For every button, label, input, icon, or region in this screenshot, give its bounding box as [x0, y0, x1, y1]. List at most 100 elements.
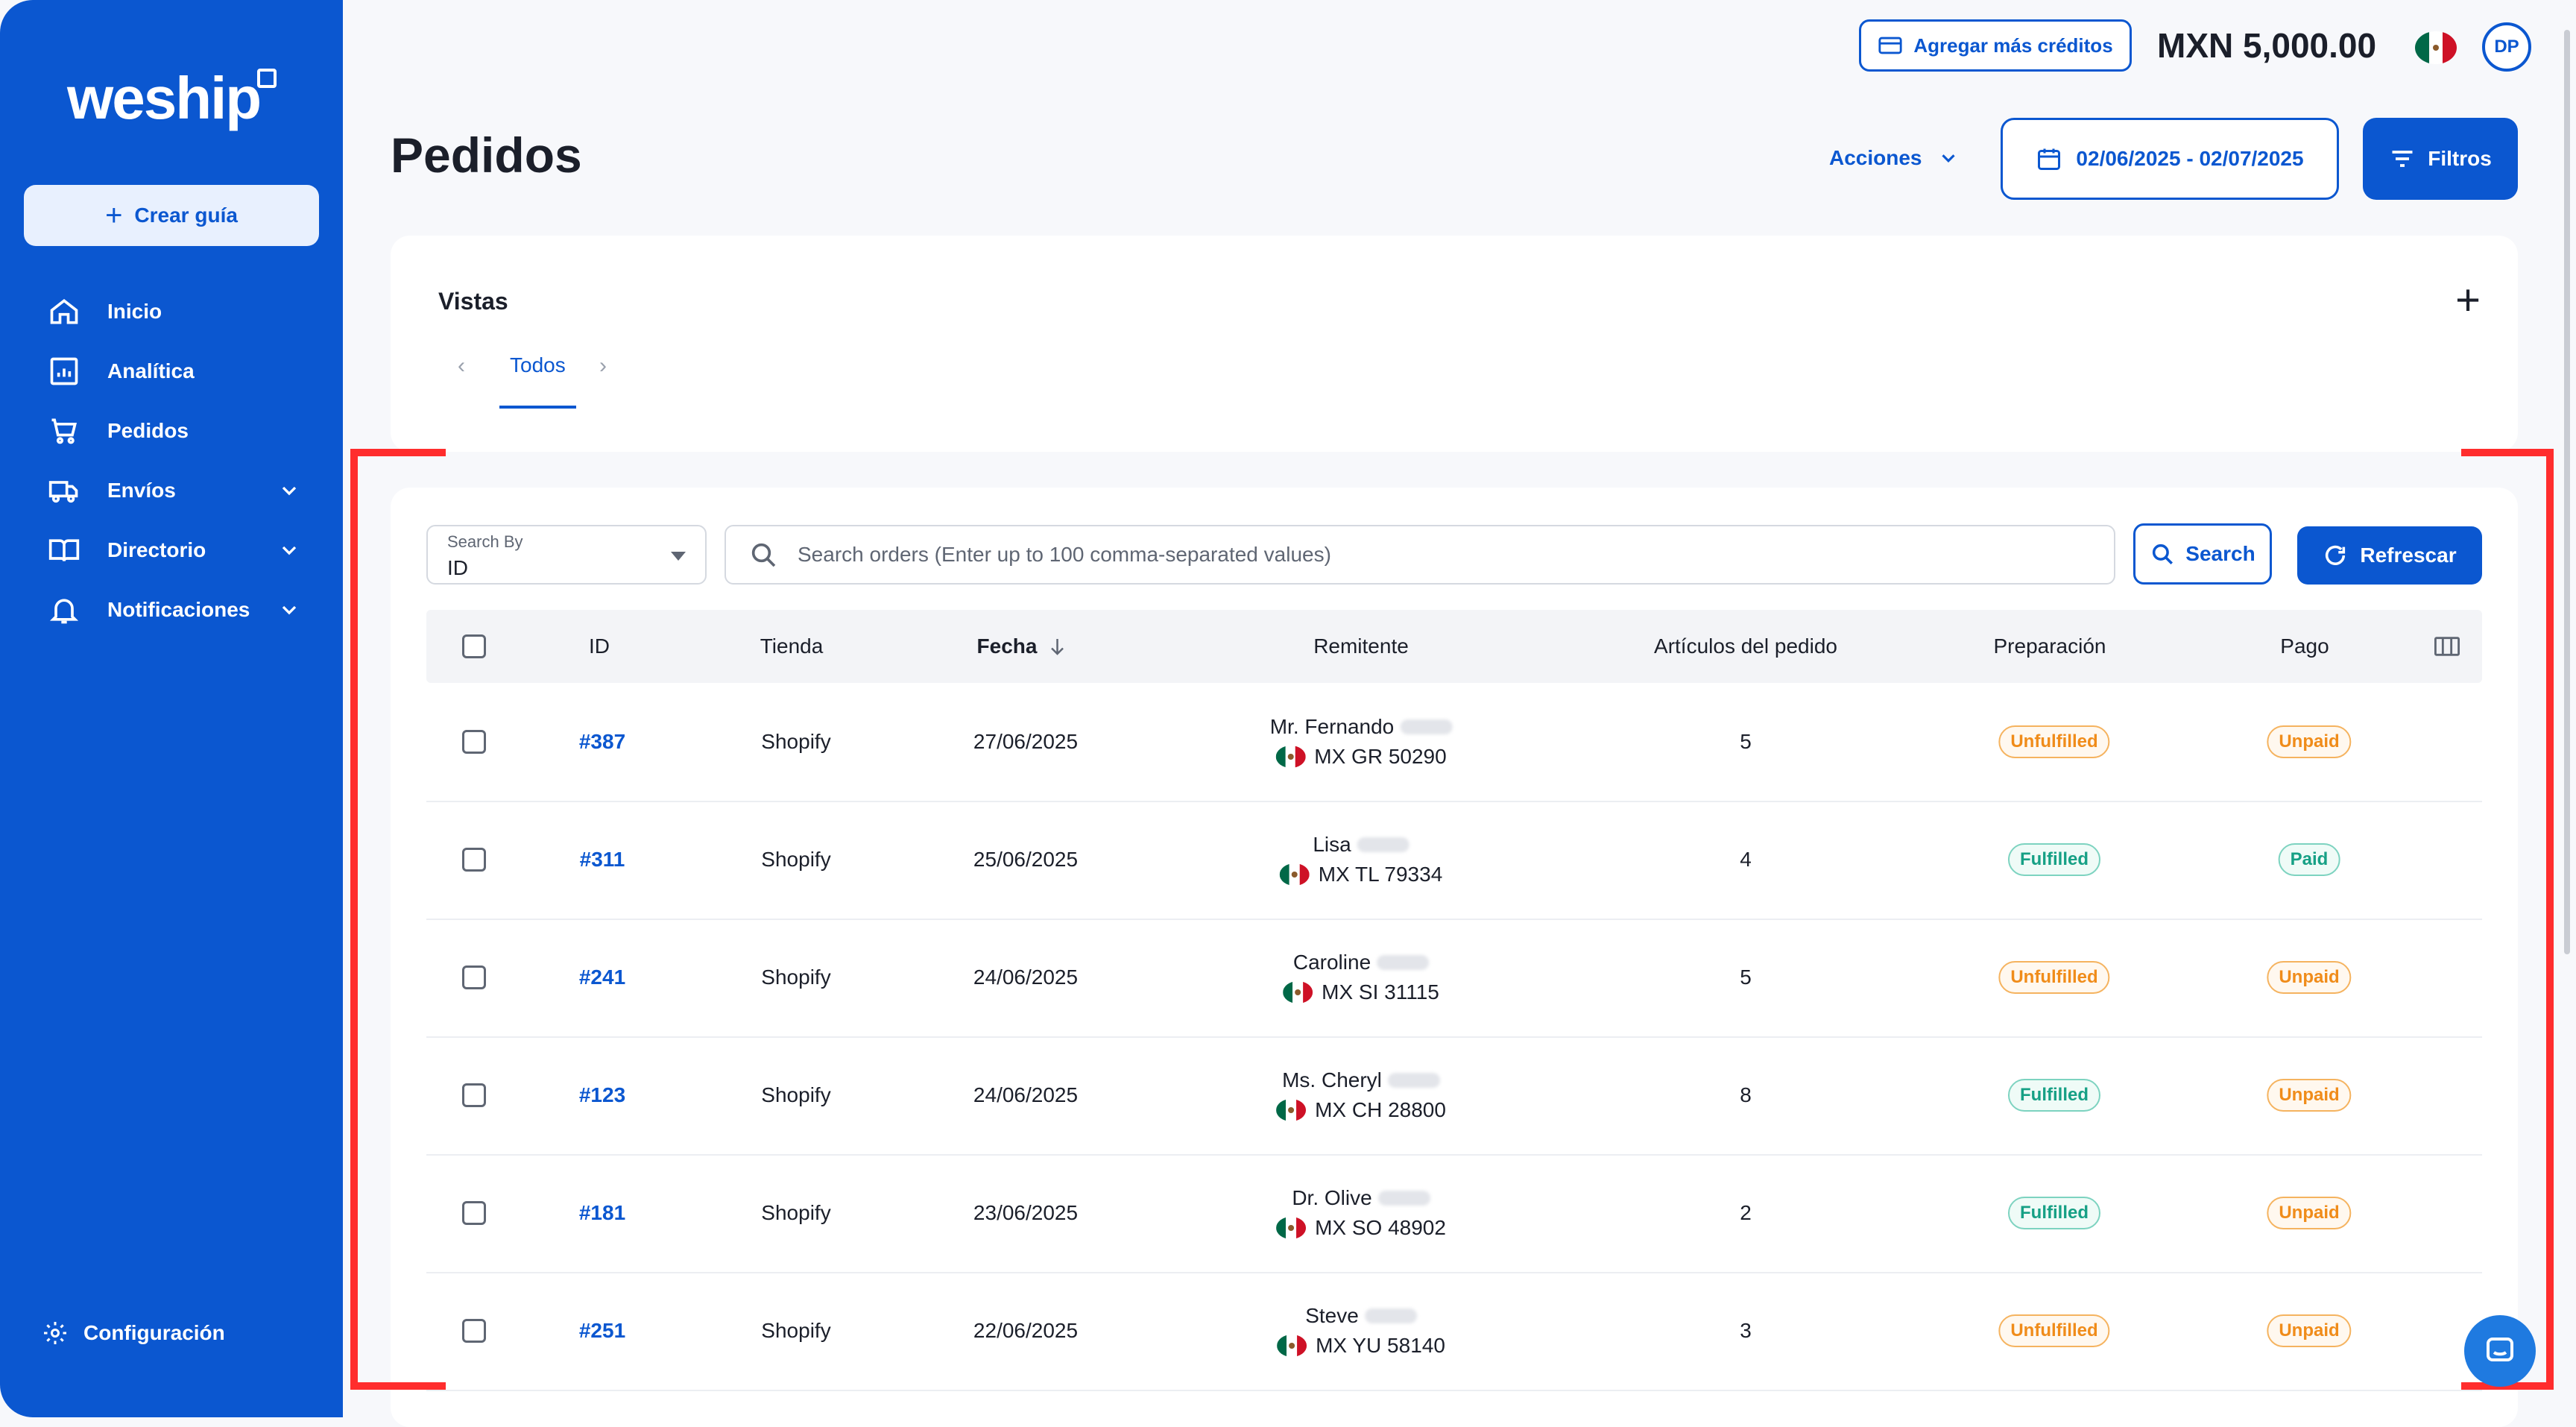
table-row[interactable]: #387 Shopify 27/06/2025 Mr. Fernando MX GR 5…	[426, 683, 2482, 802]
scrollbar[interactable]	[2564, 30, 2570, 954]
preparation-badge: Unfulfilled	[1998, 725, 2110, 759]
table-row[interactable]: #123 Shopify 24/06/2025 Ms. Cheryl MX CH 288…	[426, 1036, 2482, 1156]
mexico-flag-icon[interactable]	[2415, 31, 2457, 64]
payment-badge: Unpaid	[2267, 1078, 2352, 1112]
sidebar-item-notificaciones[interactable]: Notificaciones	[48, 588, 301, 632]
search-icon	[2153, 544, 2174, 565]
refresh-button-label: Refrescar	[2360, 544, 2457, 567]
avatar[interactable]: DP	[2482, 22, 2531, 72]
chevron-right-icon[interactable]: ›	[599, 353, 607, 379]
book-icon	[48, 539, 80, 562]
chevron-left-icon[interactable]: ‹	[458, 353, 465, 379]
add-view-icon[interactable]: +	[2455, 279, 2481, 322]
row-checkbox[interactable]	[462, 1319, 486, 1343]
store-cell: Shopify	[761, 730, 831, 753]
date-cell: 24/06/2025	[973, 965, 1079, 989]
row-checkbox[interactable]	[462, 730, 486, 754]
filters-button[interactable]: Filtros	[2363, 118, 2518, 200]
row-checkbox[interactable]	[462, 1083, 486, 1107]
date-cell: 22/06/2025	[973, 1319, 1079, 1342]
table-row[interactable]: #241 Shopify 24/06/2025 Caroline MX SI 31115…	[426, 919, 2482, 1038]
select-all-checkbox[interactable]	[462, 634, 486, 658]
mexico-flag-icon	[1275, 746, 1306, 768]
payment-badge: Paid	[2278, 842, 2340, 877]
search-by-label: Search By	[447, 532, 523, 551]
column-header-tienda[interactable]: Tienda	[760, 610, 824, 683]
page-title: Pedidos	[391, 127, 582, 183]
search-input[interactable]	[796, 542, 2066, 567]
table-row[interactable]: #181 Shopify 23/06/2025 Dr. Olive MX SO 4890…	[426, 1154, 2482, 1273]
sender-address: MX TL 79334	[1318, 863, 1443, 886]
mexico-flag-icon	[1277, 1335, 1307, 1357]
chat-button[interactable]	[2464, 1315, 2536, 1387]
sender-address: MX CH 28800	[1315, 1098, 1446, 1121]
refresh-button[interactable]: Refrescar	[2297, 526, 2482, 585]
items-count: 8	[1740, 1083, 1752, 1106]
order-id-link[interactable]: #241	[579, 965, 625, 989]
column-header-preparacion[interactable]: Preparación	[1994, 610, 2106, 683]
order-id-link[interactable]: #123	[579, 1083, 625, 1107]
order-id-link[interactable]: #387	[579, 730, 625, 754]
sender-name: Caroline	[1292, 951, 1371, 974]
column-header-id[interactable]: ID	[589, 610, 610, 683]
search-by-select[interactable]: Search By ID	[426, 525, 707, 585]
sender-cell: Caroline MX SI 31115	[1283, 919, 1439, 1036]
mexico-flag-icon	[1276, 1099, 1307, 1121]
table-row[interactable]: #251 Shopify 22/06/2025 Steve MX YU 58140 3 Un…	[426, 1272, 2482, 1391]
preparation-badge: Unfulfilled	[1998, 1314, 2110, 1348]
redacted-surname	[1400, 719, 1453, 734]
chevron-down-icon[interactable]	[277, 598, 301, 622]
logo-mark-icon	[257, 69, 277, 88]
sidebar-item-inicio[interactable]: Inicio	[48, 289, 301, 334]
items-count: 3	[1740, 1319, 1752, 1342]
redacted-surname	[1377, 955, 1430, 970]
sidebar-item-pedidos[interactable]: Pedidos	[48, 409, 301, 453]
chevron-down-icon[interactable]	[277, 479, 301, 503]
actions-dropdown[interactable]: Acciones	[1829, 146, 1960, 170]
tab-todos[interactable]: Todos	[499, 353, 576, 409]
chevron-down-icon[interactable]	[277, 538, 301, 562]
items-count: 5	[1740, 965, 1752, 989]
columns-icon[interactable]	[2434, 635, 2460, 658]
sidebar-item-label: Notificaciones	[107, 598, 250, 621]
row-checkbox[interactable]	[462, 1201, 486, 1225]
sidebar-item-envios[interactable]: Envíos	[48, 468, 301, 513]
weship-logo[interactable]: weship	[67, 64, 262, 133]
home-icon	[50, 299, 78, 324]
actions-label: Acciones	[1829, 146, 1922, 169]
order-id-link[interactable]: #311	[580, 848, 625, 872]
add-credits-button[interactable]: Agregar más créditos	[1859, 19, 2132, 72]
row-checkbox[interactable]	[462, 848, 486, 872]
redacted-surname	[1364, 1308, 1417, 1323]
sidebar: weship + Crear guía Inicio Analítica Ped…	[0, 0, 343, 1417]
table-row[interactable]: #311 Shopify 25/06/2025 Lisa MX TL 79334 4 Ful…	[426, 801, 2482, 920]
create-guide-label: Crear guía	[134, 204, 238, 227]
sidebar-item-configuracion[interactable]: Configuración	[42, 1320, 225, 1346]
create-guide-button[interactable]: + Crear guía	[24, 185, 319, 246]
column-header-remitente[interactable]: Remitente	[1313, 610, 1409, 683]
redacted-surname	[1387, 1073, 1440, 1088]
order-id-link[interactable]: #251	[579, 1319, 625, 1343]
sidebar-item-directorio[interactable]: Directorio	[48, 528, 301, 573]
items-count: 2	[1740, 1201, 1752, 1224]
sender-name: Ms. Cheryl	[1282, 1068, 1382, 1091]
column-header-articulos[interactable]: Artículos del pedido	[1654, 610, 1837, 683]
column-header-pago[interactable]: Pago	[2280, 610, 2329, 683]
search-by-value: ID	[447, 556, 468, 579]
search-icon	[751, 543, 776, 567]
store-cell: Shopify	[761, 965, 831, 989]
sender-address: MX GR 50290	[1314, 745, 1447, 768]
column-header-fecha[interactable]: Fecha	[977, 610, 1069, 683]
annotation-frame-right	[2546, 449, 2554, 1388]
config-label: Configuración	[83, 1321, 225, 1344]
column-header-fecha-label: Fecha	[976, 634, 1038, 658]
sender-name: Lisa	[1313, 833, 1351, 856]
row-checkbox[interactable]	[462, 965, 486, 989]
store-cell: Shopify	[761, 1201, 831, 1224]
search-field	[724, 525, 2115, 585]
sidebar-item-analitica[interactable]: Analítica	[48, 349, 301, 394]
sender-name: Dr. Olive	[1292, 1186, 1372, 1209]
search-button[interactable]: Search	[2133, 523, 2272, 585]
order-id-link[interactable]: #181	[579, 1201, 625, 1225]
date-range-button[interactable]: 02/06/2025 - 02/07/2025	[2001, 118, 2339, 200]
